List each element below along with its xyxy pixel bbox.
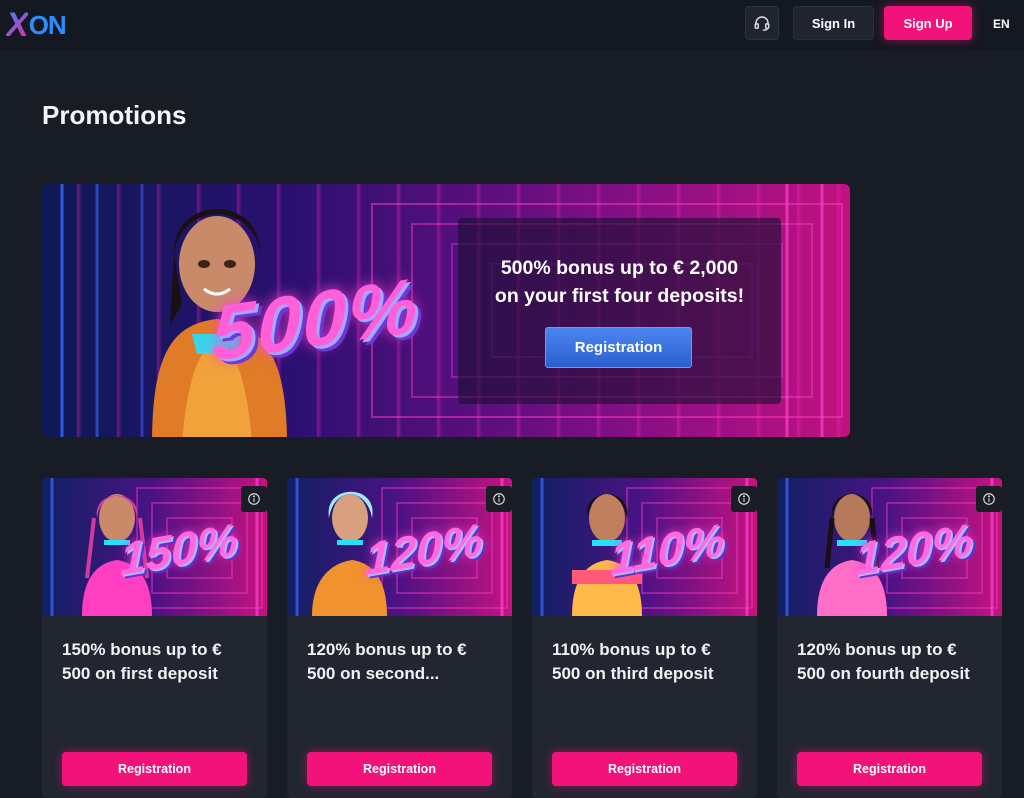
promo-card: 120% 120% bonus up to € 500 on second...… [287, 478, 512, 798]
card-registration-button[interactable]: Registration [307, 752, 492, 786]
promo-card-image: 120% [287, 478, 512, 616]
card-registration-button[interactable]: Registration [62, 752, 247, 786]
promo-card-image: 120% [777, 478, 1002, 616]
top-bar: X ON Sign In Sign Up EN [0, 0, 1024, 50]
headset-icon [754, 16, 770, 31]
sign-up-button[interactable]: Sign Up [884, 6, 972, 40]
hero-headline-line-1: 500% bonus up to € 2,000 [500, 257, 739, 279]
card-registration-button[interactable]: Registration [552, 752, 737, 786]
promo-card-text: 150% bonus up to € 500 on first deposit [62, 640, 222, 683]
hero-headline-line-2: on your first four deposits! [494, 285, 745, 307]
promo-card: 150% 150% bonus up to € 500 on first dep… [42, 478, 267, 798]
card-info-button[interactable] [486, 486, 512, 512]
promo-card-image: 110% [532, 478, 757, 616]
hero-banner: 500% 500% bonus up to € 2,000 on your fi… [42, 184, 850, 437]
info-icon [983, 493, 995, 505]
support-button[interactable] [745, 6, 779, 40]
card-info-button[interactable] [976, 486, 1002, 512]
logo-x: X [6, 6, 29, 44]
info-icon [248, 493, 260, 505]
logo-on: ON [28, 10, 67, 40]
promo-card: 110% 110% bonus up to € 500 on third dep… [532, 478, 757, 798]
xon-logo[interactable]: X ON [6, 6, 67, 44]
promo-card-text: 120% bonus up to € 500 on second... [307, 640, 467, 683]
card-registration-button[interactable]: Registration [797, 752, 982, 786]
hero-overlay-panel [458, 218, 781, 404]
promo-card-text: 120% bonus up to € 500 on fourth deposit [797, 640, 970, 683]
card-info-button[interactable] [731, 486, 757, 512]
hero-registration-button[interactable]: Registration [545, 327, 692, 368]
promo-card-text: 110% bonus up to € 500 on third deposit [552, 640, 714, 683]
sign-in-button[interactable]: Sign In [793, 6, 874, 40]
hero-headline: 500% bonus up to € 2,000 on your first f… [458, 254, 781, 310]
page-title: Promotions [42, 100, 187, 130]
info-icon [738, 493, 750, 505]
promo-card: 120% 120% bonus up to € 500 on fourth de… [777, 478, 1002, 798]
info-icon [493, 493, 505, 505]
card-info-button[interactable] [241, 486, 267, 512]
language-selector[interactable]: EN [993, 17, 1010, 31]
promo-card-image: 150% [42, 478, 267, 616]
